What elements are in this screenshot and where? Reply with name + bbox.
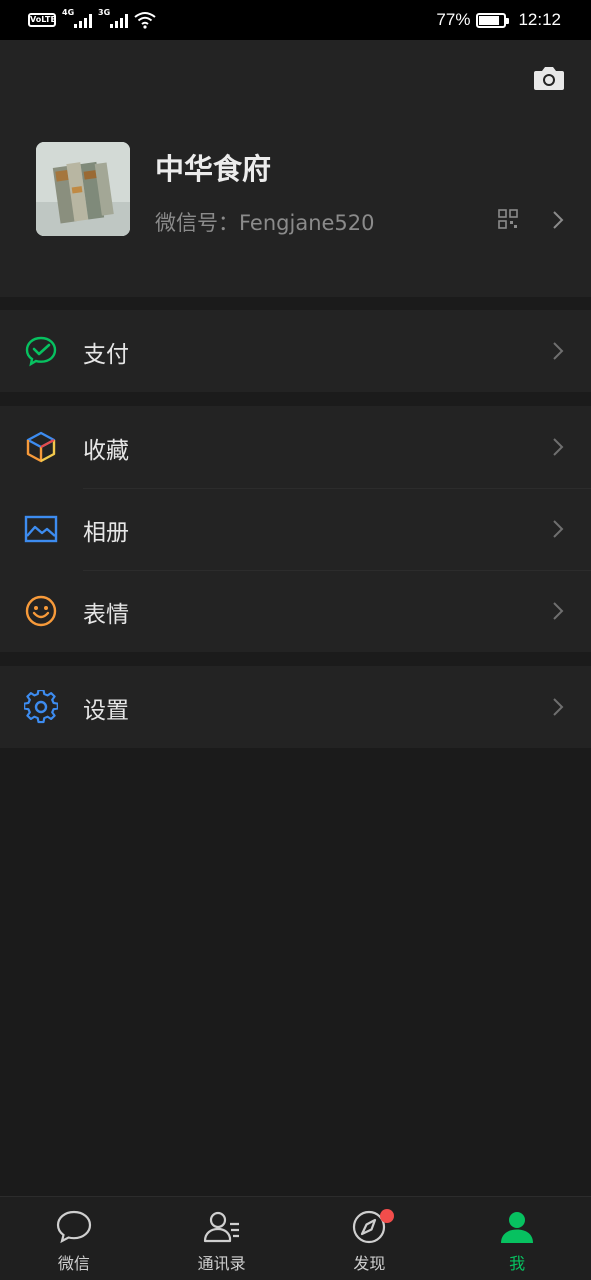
status-bar: VoLTE 4G 3G 77% 12:12 bbox=[0, 0, 591, 40]
tab-me[interactable]: 我 bbox=[443, 1197, 591, 1280]
sim1-network-label: 4G bbox=[62, 8, 75, 17]
clock: 12:12 bbox=[518, 10, 561, 29]
profile-header[interactable]: 中华食府 微信号：Fengjane520 bbox=[0, 40, 591, 297]
menu-item-settings[interactable]: 设置 bbox=[0, 666, 591, 748]
sim2-network-label: 3G bbox=[98, 8, 111, 17]
discover-badge bbox=[380, 1209, 394, 1223]
avatar-image bbox=[36, 142, 130, 236]
tab-discover[interactable]: 发现 bbox=[296, 1197, 444, 1280]
menu-group-content: 收藏 相册 表情 bbox=[0, 406, 591, 652]
gear-icon bbox=[24, 690, 58, 724]
avatar[interactable] bbox=[36, 142, 130, 236]
menu-item-pay[interactable]: 支付 bbox=[0, 310, 591, 392]
tab-contacts[interactable]: 通讯录 bbox=[148, 1197, 296, 1280]
qr-code-icon[interactable] bbox=[498, 209, 518, 229]
chevron-right-icon bbox=[553, 520, 564, 538]
wechat-id: 微信号：Fengjane520 bbox=[155, 211, 375, 235]
battery-percent: 77% bbox=[436, 10, 471, 29]
menu-item-stickers-label: 表情 bbox=[83, 602, 129, 628]
tab-chats-label: 微信 bbox=[57, 1254, 90, 1273]
menu-item-pay-label: 支付 bbox=[83, 342, 129, 368]
menu-item-album[interactable]: 相册 bbox=[0, 488, 591, 570]
chevron-right-icon bbox=[553, 698, 564, 716]
battery-icon bbox=[476, 12, 510, 28]
tab-contacts-label: 通讯录 bbox=[197, 1254, 246, 1273]
status-left: VoLTE 4G 3G bbox=[28, 8, 156, 31]
person-icon bbox=[501, 1212, 534, 1243]
menu-group-pay: 支付 bbox=[0, 310, 591, 392]
cube-icon bbox=[26, 431, 56, 463]
battery-fill bbox=[479, 15, 500, 25]
chevron-right-icon[interactable] bbox=[552, 210, 564, 230]
bottom-tab-bar: 微信 通讯录 发现 我 bbox=[0, 1196, 591, 1280]
menu-item-album-label: 相册 bbox=[83, 520, 129, 546]
chevron-right-icon bbox=[553, 602, 564, 620]
smiley-icon bbox=[25, 595, 57, 627]
tab-me-label: 我 bbox=[509, 1254, 526, 1273]
camera-icon[interactable] bbox=[533, 64, 565, 92]
menu-item-favorites-label: 收藏 bbox=[83, 438, 129, 464]
image-icon bbox=[24, 515, 58, 543]
volte-indicator: VoLTE bbox=[28, 13, 56, 27]
menu-group-settings: 设置 bbox=[0, 666, 591, 748]
chat-bubble-icon bbox=[56, 1210, 91, 1244]
chevron-right-icon bbox=[553, 342, 564, 360]
nickname: 中华食府 bbox=[155, 152, 272, 186]
menu-item-settings-label: 设置 bbox=[83, 698, 129, 724]
contacts-icon bbox=[203, 1211, 239, 1243]
menu-item-favorites[interactable]: 收藏 bbox=[0, 406, 591, 488]
sim1-signal-icon: 4G bbox=[62, 8, 92, 30]
menu-item-stickers[interactable]: 表情 bbox=[0, 570, 591, 652]
wechat-pay-icon bbox=[25, 336, 57, 367]
chevron-right-icon bbox=[553, 438, 564, 456]
tab-discover-label: 发现 bbox=[353, 1254, 386, 1273]
sim2-signal-icon: 3G bbox=[98, 8, 128, 30]
tab-chats[interactable]: 微信 bbox=[0, 1197, 148, 1280]
status-right: 77% 12:12 bbox=[436, 9, 561, 31]
wifi-icon bbox=[134, 12, 156, 29]
